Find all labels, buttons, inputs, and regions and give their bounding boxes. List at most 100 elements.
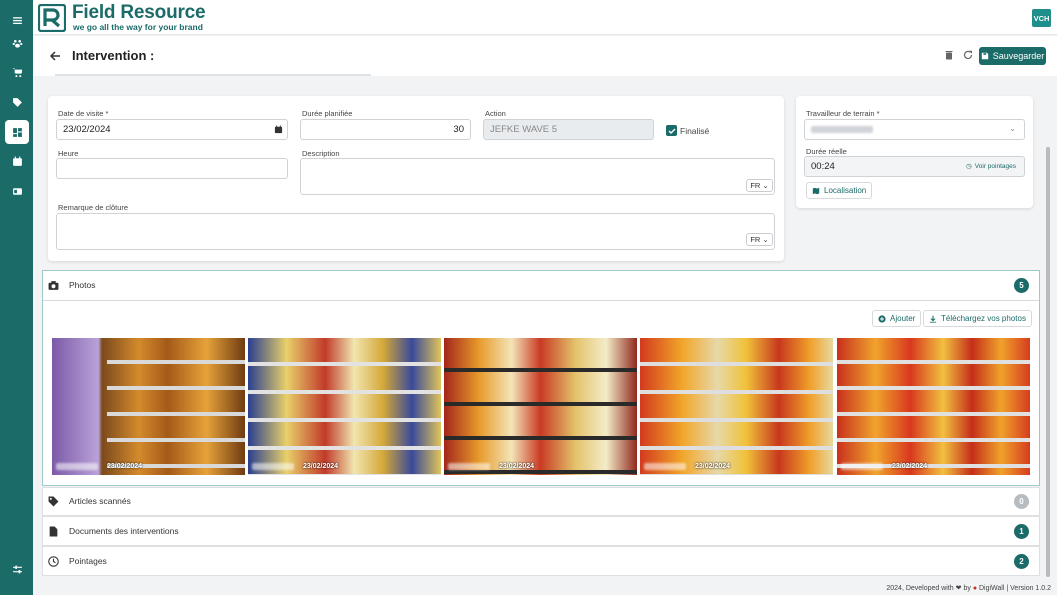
timesheets-count-badge: 2	[1014, 554, 1029, 569]
photo-thumbnail[interactable]: 23/02/2024	[444, 338, 637, 475]
tag-icon[interactable]	[5, 90, 29, 114]
refresh-icon[interactable]	[961, 48, 975, 62]
save-label: Sauvegarder	[992, 51, 1045, 61]
cart-icon[interactable]	[5, 60, 29, 84]
planned-duration-label: Durée planifiée	[302, 109, 353, 118]
visit-date-label: Date de visite *	[58, 109, 109, 118]
photo-date: 23/02/2024	[303, 463, 339, 470]
closing-remark-label: Remarque de clôture	[58, 203, 129, 212]
documents-label: Documents des interventions	[69, 526, 179, 536]
closing-remark-textarea[interactable]	[56, 213, 775, 250]
view-timesheets-link[interactable]: ◷ Voir pointages	[966, 162, 1016, 171]
photo-date: 23/02/2024	[107, 463, 143, 470]
hour-label: Heure	[58, 149, 79, 158]
description-textarea[interactable]	[300, 158, 775, 195]
photo-author-redacted	[644, 463, 686, 470]
visit-date-value: 23/02/2024	[63, 124, 111, 135]
tag-icon	[48, 496, 59, 507]
real-duration-label: Durée réelle	[806, 147, 847, 156]
download-photos-button[interactable]: Téléchargez vos photos	[923, 310, 1032, 327]
visit-date-input[interactable]: 23/02/2024	[56, 119, 288, 140]
save-button[interactable]: Sauvegarder	[979, 47, 1046, 65]
sidebar	[0, 0, 33, 595]
action-label: Action	[485, 109, 506, 118]
photo-author-redacted	[448, 463, 490, 470]
scrollbar[interactable]	[1046, 147, 1050, 577]
hour-input[interactable]	[56, 158, 288, 179]
back-arrow-icon[interactable]	[48, 49, 62, 63]
footer-version: | Version 1.0.2	[1006, 585, 1051, 592]
photo-date: 23/02/2024	[695, 463, 731, 470]
download-icon	[929, 315, 937, 323]
finalized-label: Finalisé	[680, 126, 710, 136]
planned-duration-input[interactable]: 30	[300, 119, 471, 140]
brand-logo-icon[interactable]	[38, 4, 66, 32]
photo-thumbnail[interactable]: 23/02/2024	[837, 338, 1030, 475]
camera-icon	[48, 281, 59, 290]
timesheets-section[interactable]: Pointages 2	[42, 546, 1040, 576]
intervention-form-card: Date de visite * 23/02/2024 Durée planif…	[48, 96, 784, 261]
photo-date: 23/02/2024	[892, 463, 928, 470]
photo-thumbnail[interactable]: 23/02/2024	[52, 338, 245, 475]
footer-company[interactable]: DigiWall	[979, 585, 1004, 592]
user-avatar[interactable]: VCH	[1032, 9, 1051, 27]
shelf-lines	[248, 338, 441, 475]
description-label: Description	[302, 149, 340, 158]
add-photo-label: Ajouter	[890, 314, 916, 323]
calendar-icon[interactable]	[5, 149, 29, 173]
paw-icon[interactable]	[5, 31, 29, 55]
id-card-icon[interactable]	[5, 179, 29, 203]
documents-count-badge: 1	[1014, 524, 1029, 539]
tab-indicator	[55, 74, 371, 76]
delete-icon[interactable]	[942, 48, 956, 62]
description-language-select[interactable]: FR ⌄	[746, 179, 773, 192]
photo-thumbnail[interactable]: 23/02/2024	[640, 338, 833, 475]
closing-lang-value: FR	[750, 235, 761, 244]
finalized-checkbox[interactable]	[666, 125, 677, 136]
clock-icon	[48, 556, 59, 567]
real-duration-input: 00:24 ◷ Voir pointages	[804, 156, 1025, 177]
documents-section[interactable]: Documents des interventions 1	[42, 516, 1040, 546]
company-logo-icon: ●	[972, 585, 978, 592]
dashboard-icon[interactable]	[5, 120, 29, 144]
scanned-articles-section[interactable]: Articles scannés 0	[42, 487, 1040, 516]
field-worker-select[interactable]: ⌄	[804, 119, 1025, 140]
closing-language-select[interactable]: FR ⌄	[746, 233, 773, 246]
action-value: JEFKE WAVE 5	[490, 124, 558, 135]
scanned-articles-label: Articles scannés	[69, 496, 131, 506]
footer-text: 2024, Developed with ❤ by	[886, 585, 971, 592]
shelf-lines	[837, 338, 1030, 475]
description-lang-value: FR	[750, 181, 761, 190]
calendar-picker-icon[interactable]	[274, 125, 283, 134]
location-button[interactable]: Localisation	[806, 182, 873, 199]
check-icon	[668, 128, 675, 134]
photo-author-redacted	[56, 463, 98, 470]
sliders-icon[interactable]	[5, 557, 29, 581]
page-title-bar: Intervention : Sauvegarder	[33, 36, 1057, 76]
document-icon	[49, 526, 58, 537]
shelf-lines	[444, 338, 637, 475]
scanned-articles-count-badge: 0	[1014, 494, 1029, 509]
location-label: Localisation	[824, 186, 867, 195]
real-duration-value: 00:24	[811, 161, 835, 172]
map-icon	[812, 187, 820, 194]
shelf-lines	[640, 338, 833, 475]
footer: 2024, Developed with ❤ by ● DigiWall | V…	[886, 584, 1051, 592]
photo-thumbnail[interactable]: 23/02/2024	[248, 338, 441, 475]
brand-name: Field Resource	[72, 2, 206, 23]
action-input: JEFKE WAVE 5	[483, 119, 654, 140]
photos-section-label: Photos	[69, 280, 96, 290]
floppy-disk-icon	[981, 52, 988, 60]
plus-circle-icon	[878, 314, 886, 323]
photo-date: 23/02/2024	[499, 463, 535, 470]
photos-section-header[interactable]: Photos 5	[43, 271, 1039, 301]
field-worker-card: Travailleur de terrain * ⌄ Durée réelle …	[796, 96, 1033, 208]
timesheets-label: Pointages	[69, 556, 107, 566]
add-photo-button[interactable]: Ajouter	[872, 310, 922, 327]
menu-icon[interactable]	[5, 8, 29, 32]
top-header: Field Resource we go all the way for you…	[33, 0, 1057, 35]
shelf-lines	[107, 338, 245, 475]
planned-duration-value: 30	[453, 124, 464, 135]
photos-count-badge: 5	[1014, 278, 1029, 293]
photo-author-redacted	[252, 463, 294, 470]
